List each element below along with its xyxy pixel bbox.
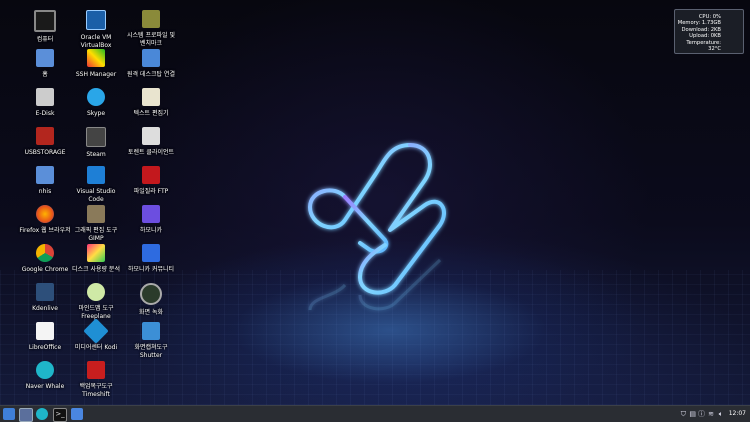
gimp-icon <box>87 205 105 223</box>
whale-icon <box>36 361 54 379</box>
timeshift-icon <box>87 361 105 379</box>
desktop-icon-label: 원격 데스크탑 연결 <box>127 71 175 78</box>
system-monitor-widget: CPU: 0% Memory: 1.73GB Download: 2KB Upl… <box>674 9 744 54</box>
text-editor-icon <box>142 88 160 106</box>
torrent-icon <box>142 127 160 145</box>
desktop-icon[interactable]: 화면캡쳐도구 Shutter <box>113 322 189 360</box>
desktop-icon-label: 파일질라 FTP <box>133 188 169 195</box>
terminal-icon[interactable]: >_ <box>53 408 67 422</box>
desktop-icon-label: 백업복구도구 Timeshift <box>79 383 113 398</box>
menu-icon[interactable] <box>3 408 15 420</box>
desktop-icon-label: 화면 녹화 <box>139 309 163 316</box>
ssh-manager-icon <box>87 49 105 67</box>
desktop-icon[interactable]: 원격 데스크탑 연결 <box>113 49 189 79</box>
vscode-icon <box>87 166 105 184</box>
harmonica-icon <box>142 205 160 223</box>
harmonica-logo-icon <box>308 143 446 311</box>
skype-icon <box>87 88 105 106</box>
kdenlive-icon <box>36 283 54 301</box>
desktop-icon-label: 토렌트 클라이언트 <box>127 149 175 156</box>
shield-icon[interactable]: ⛉ <box>681 409 686 419</box>
whale-icon[interactable] <box>36 408 48 420</box>
disk-usage-icon <box>87 244 105 262</box>
desktop-icon-label: 화면캡쳐도구 Shutter <box>134 344 168 359</box>
wifi-icon[interactable]: ≋ <box>708 409 714 419</box>
desktop-icon[interactable]: 백업복구도구 Timeshift <box>58 361 134 399</box>
desktop-icon[interactable]: 시스템 프로파일 및 벤치마크 <box>113 10 189 48</box>
virtualbox-icon <box>86 10 106 30</box>
desktop-icon[interactable]: 하모니카 커뮤니티 <box>113 244 189 274</box>
freeplane-icon <box>87 283 105 301</box>
steam-icon <box>86 127 106 147</box>
shutter-icon <box>142 322 160 340</box>
info-icon[interactable]: ⓘ <box>698 409 705 419</box>
desktop-icon[interactable]: 하모니카 <box>113 205 189 235</box>
usb-storage-icon <box>36 127 54 145</box>
chrome-icon <box>36 244 54 262</box>
computer-icon <box>34 10 56 32</box>
file-manager-icon[interactable] <box>71 408 83 420</box>
drive-icon <box>36 88 54 106</box>
screen-recorder-icon <box>140 283 162 305</box>
system-profiler-icon <box>142 10 160 28</box>
desktop-icon-label: 하모니카 <box>139 227 163 234</box>
folder-icon <box>36 166 54 184</box>
desktop-icon-label: 시스템 프로파일 및 벤치마크 <box>127 32 175 47</box>
desktop-icon-label: 텍스트 편집기 <box>133 110 169 117</box>
desktop-icon[interactable]: 화면 녹화 <box>113 283 189 317</box>
network-icon[interactable]: ▤ <box>689 409 696 419</box>
desktop-icon[interactable]: 파일질라 FTP <box>113 166 189 196</box>
desktop-icon[interactable]: 텍스트 편집기 <box>113 88 189 118</box>
show-desktop-icon[interactable] <box>19 408 33 422</box>
home-folder-icon <box>36 49 54 67</box>
taskbar: >_ ⛉ ▤ ⓘ ≋ 🔈︎ 12:07 <box>0 405 750 422</box>
desktop-icon[interactable]: 토렌트 클라이언트 <box>113 127 189 157</box>
volume-icon[interactable]: 🔈︎ <box>719 409 723 419</box>
firefox-icon <box>36 205 54 223</box>
kodi-icon <box>83 318 109 344</box>
desktop-icon-label: 하모니카 커뮤니티 <box>127 266 175 273</box>
filezilla-icon <box>142 166 160 184</box>
clock[interactable]: 12:07 <box>729 409 746 419</box>
remote-desktop-icon <box>142 49 160 67</box>
harmonica-community-icon <box>142 244 160 262</box>
temperature: Temperature: 32°C <box>686 39 721 53</box>
libreoffice-icon <box>36 322 54 340</box>
